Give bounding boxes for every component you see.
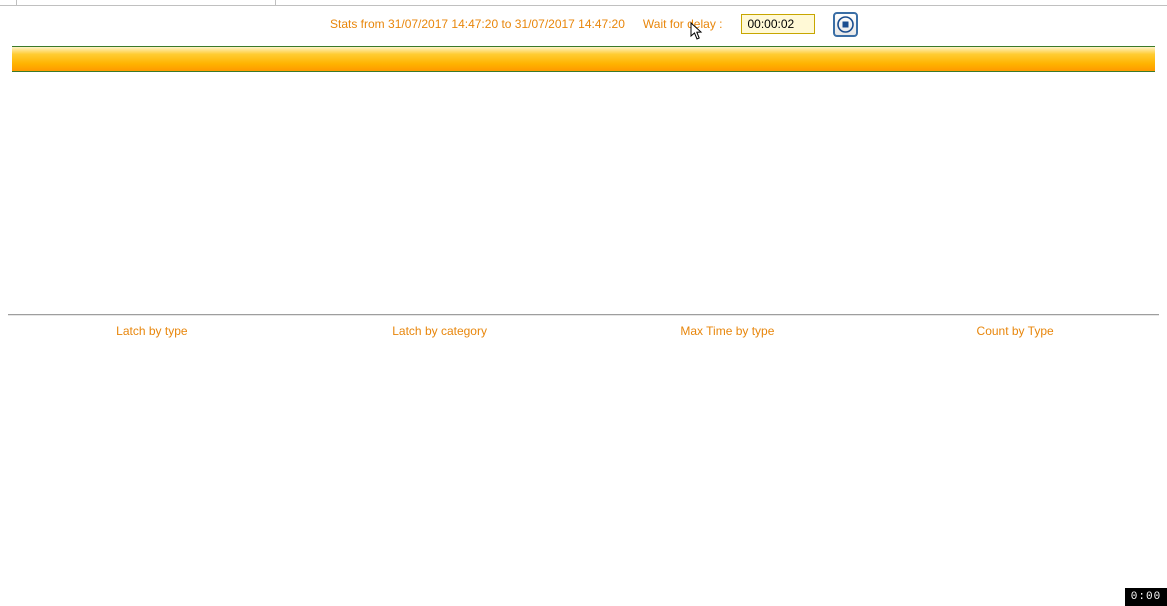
progress-bar (12, 46, 1155, 72)
col-label: Max Time by type (680, 324, 774, 338)
stop-icon (837, 16, 854, 33)
timer-badge: 0:00 (1125, 588, 1167, 606)
col-label: Count by Type (977, 324, 1054, 338)
wait-for-delay-label: Wait for delay : (643, 17, 723, 31)
col-label: Latch by category (392, 324, 487, 338)
column-headers: Latch by type Latch by category Max Time… (0, 316, 1167, 338)
stop-button[interactable] (833, 12, 858, 37)
col-label: Latch by type (116, 324, 187, 338)
header-controls: Stats from 31/07/2017 14:47:20 to 31/07/… (0, 6, 1167, 42)
col-latch-by-type: Latch by type (8, 324, 296, 338)
col-max-time-by-type: Max Time by type (584, 324, 872, 338)
upper-content-area (0, 72, 1167, 314)
tab-strip (0, 0, 1167, 6)
delay-input[interactable] (741, 14, 815, 34)
col-latch-by-category: Latch by category (296, 324, 584, 338)
active-tab[interactable] (16, 0, 276, 5)
col-count-by-type: Count by Type (871, 324, 1159, 338)
stats-range-label: Stats from 31/07/2017 14:47:20 to 31/07/… (330, 17, 625, 31)
